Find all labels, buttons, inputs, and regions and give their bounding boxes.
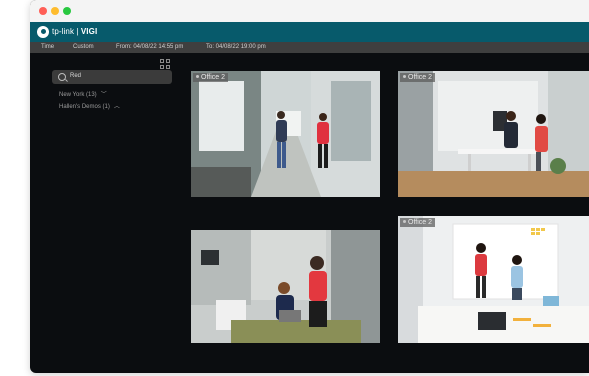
close-window-button[interactable] xyxy=(39,7,47,15)
search-input[interactable]: Red xyxy=(52,70,172,84)
recording-dot-icon xyxy=(403,75,406,78)
recording-dot-icon xyxy=(403,220,406,223)
tree-item-hallens-demos[interactable]: Hallen's Demos (1) ︿ xyxy=(59,101,120,110)
recording-dot-icon xyxy=(196,75,199,78)
camera-label: Office 2 xyxy=(193,73,228,82)
camera-feed-3[interactable] xyxy=(191,230,380,343)
camera-label-text: Office 2 xyxy=(408,219,432,226)
time-label: Time xyxy=(41,44,55,50)
tree-item-label: Hallen's Demos (1) xyxy=(59,104,110,110)
search-icon xyxy=(58,73,66,81)
camera-label: Office 2 xyxy=(400,218,435,227)
sidebar: Red New York (13) ﹀ Hallen's Demos (1) ︿ xyxy=(30,53,180,373)
brand-logo: tp-link | VIGI xyxy=(52,27,98,36)
camera-image-meeting-room xyxy=(398,216,589,343)
grid-layout-icon[interactable] xyxy=(160,59,170,69)
to-datetime-field[interactable]: To: 04/08/22 19:00 pm xyxy=(206,42,266,53)
camera-label-text: Office 2 xyxy=(201,74,225,81)
app-window: tp-link | VIGI Time Custom From: 04/08/2… xyxy=(30,0,589,373)
time-filter-bar: Time Custom From: 04/08/22 14:55 pm To: … xyxy=(30,42,589,53)
tree-item-label: New York (13) xyxy=(59,92,97,98)
camera-label: Office 2 xyxy=(400,73,435,82)
chevron-up-icon[interactable]: ︿ xyxy=(114,104,120,110)
camera-image-hallway xyxy=(191,71,380,197)
search-value: Red xyxy=(70,73,82,79)
camera-feed-4[interactable]: Office 2 xyxy=(398,216,589,343)
camera-feed-1[interactable]: Office 2 xyxy=(191,71,380,197)
time-range-select[interactable]: Custom xyxy=(73,42,94,53)
window-titlebar xyxy=(30,0,589,23)
camera-image-office-desk xyxy=(398,71,589,197)
camera-image-lounge xyxy=(191,230,380,343)
chevron-down-icon[interactable]: ﹀ xyxy=(101,92,107,98)
logo-text: tp-link xyxy=(52,27,75,36)
tree-item-new-york[interactable]: New York (13) ﹀ xyxy=(59,89,107,98)
camera-feed-2[interactable]: Office 2 xyxy=(398,71,589,197)
from-datetime-field[interactable]: From: 04/08/22 14:55 pm xyxy=(116,42,183,53)
brand-bar: tp-link | VIGI xyxy=(30,22,589,42)
tp-link-logo-icon xyxy=(37,26,49,38)
minimize-window-button[interactable] xyxy=(51,7,59,15)
product-name: VIGI xyxy=(80,27,98,36)
camera-label-text: Office 2 xyxy=(408,74,432,81)
maximize-window-button[interactable] xyxy=(63,7,71,15)
